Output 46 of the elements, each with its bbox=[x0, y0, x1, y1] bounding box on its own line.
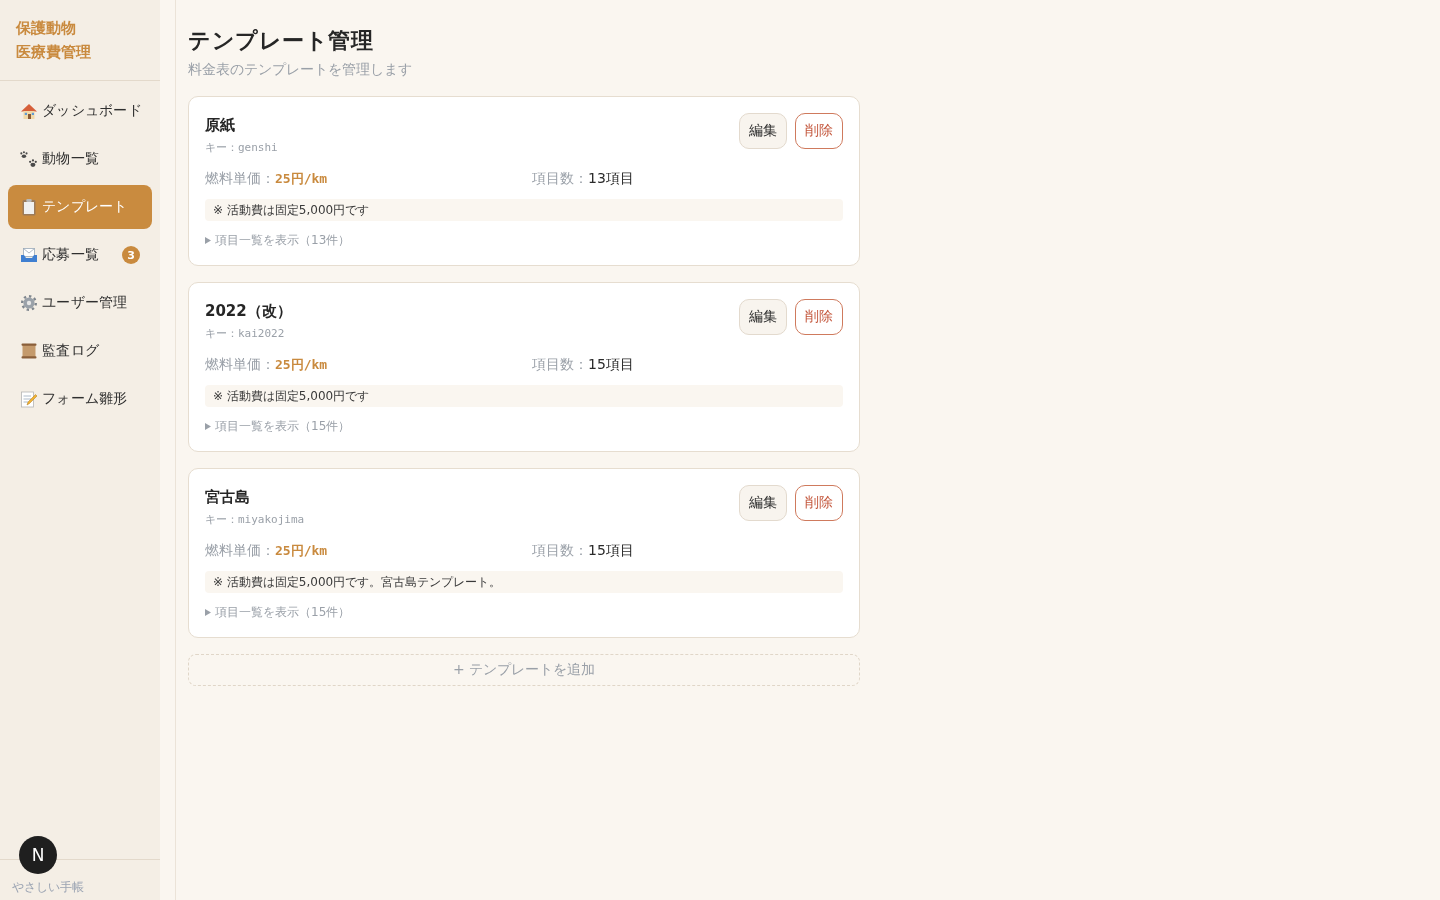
sidebar-item[interactable]: ダッシュボード bbox=[8, 89, 152, 133]
item-count-value: 15項目 bbox=[588, 542, 634, 558]
sidebar-item[interactable]: フォーム雛形 bbox=[8, 377, 152, 421]
delete-button[interactable]: 削除 bbox=[795, 299, 843, 335]
template-key: キー：miyakojima bbox=[205, 512, 305, 528]
sidebar-item[interactable]: 応募一覧 3 bbox=[8, 233, 152, 277]
fuel-price-value: 25円/km bbox=[275, 171, 328, 186]
template-note: ※ 活動費は固定5,000円です bbox=[205, 199, 843, 221]
edit-button[interactable]: 編集 bbox=[739, 485, 787, 521]
count-badge: 3 bbox=[122, 246, 140, 264]
template-note: ※ 活動費は固定5,000円です。宮古島テンプレート。 bbox=[205, 571, 843, 593]
delete-button[interactable]: 削除 bbox=[795, 485, 843, 521]
sidebar-item[interactable]: 動物一覧 bbox=[8, 137, 152, 181]
fuel-price-value: 25円/km bbox=[275, 543, 328, 558]
edit-button[interactable]: 編集 bbox=[739, 299, 787, 335]
scroll-icon bbox=[20, 342, 38, 360]
template-note: ※ 活動費は固定5,000円です bbox=[205, 385, 843, 407]
edit-button[interactable]: 編集 bbox=[739, 113, 787, 149]
template-name: 2022（改） bbox=[205, 301, 292, 322]
item-count-label: 項目数： bbox=[532, 170, 588, 186]
fuel-price-label: 燃料単価： bbox=[205, 170, 275, 186]
fuel-price-value: 25円/km bbox=[275, 357, 328, 372]
item-count-label: 項目数： bbox=[532, 542, 588, 558]
clipboard-icon bbox=[20, 198, 38, 216]
template-name: 宮古島 bbox=[205, 487, 251, 508]
footer-text: やさしい手帳 bbox=[12, 880, 84, 894]
house-icon bbox=[20, 102, 38, 120]
sidebar-item[interactable]: 監査ログ bbox=[8, 329, 152, 373]
gear-icon bbox=[20, 294, 38, 312]
page-subtitle: 料金表のテンプレートを管理します bbox=[188, 60, 413, 79]
sidebar-item[interactable]: ユーザー管理 bbox=[8, 281, 152, 325]
page-title: テンプレート管理 bbox=[188, 27, 374, 55]
template-key: キー：kai2022 bbox=[205, 326, 292, 342]
item-count-label: 項目数： bbox=[532, 356, 588, 372]
fuel-price-label: 燃料単価： bbox=[205, 542, 275, 558]
envelope-tray-icon bbox=[20, 246, 38, 264]
template-name: 原紙 bbox=[205, 115, 236, 136]
fuel-price-label: 燃料単価： bbox=[205, 356, 275, 372]
item-count-value: 15項目 bbox=[588, 356, 634, 372]
app-logo-text: 保護動物 bbox=[16, 18, 77, 39]
template-key: キー：genshi bbox=[205, 140, 278, 156]
paw-prints-icon bbox=[20, 150, 38, 168]
item-count-value: 13項目 bbox=[588, 170, 634, 186]
memo-pencil-icon bbox=[20, 390, 38, 408]
delete-button[interactable]: 削除 bbox=[795, 113, 843, 149]
app-logo-text: 医療費管理 bbox=[16, 42, 92, 63]
